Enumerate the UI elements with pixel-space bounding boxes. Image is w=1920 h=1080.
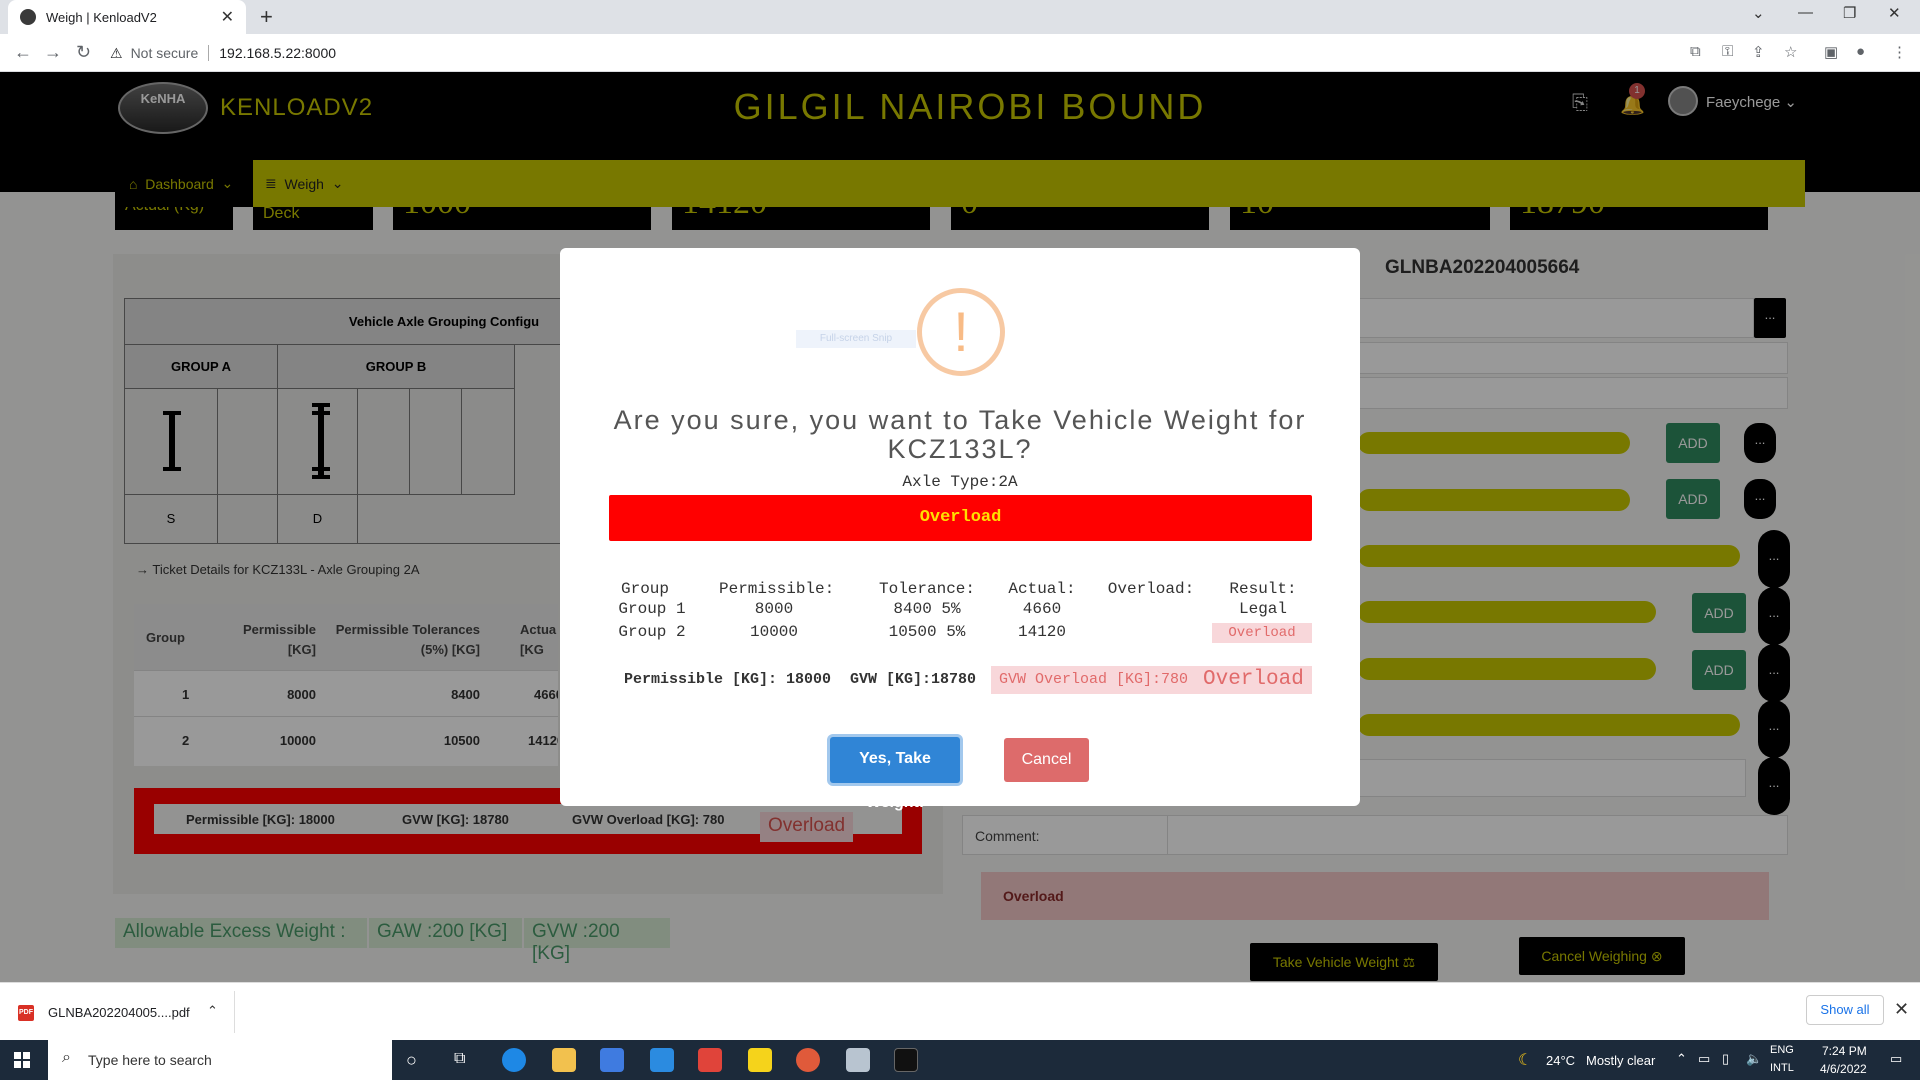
search-placeholder: Type here to search bbox=[88, 1052, 212, 1068]
chrome-icon[interactable] bbox=[796, 1048, 820, 1072]
col-result: Result: bbox=[1229, 580, 1297, 598]
snip-hint: Full-screen Snip bbox=[796, 330, 916, 348]
tab-close-icon[interactable]: ✕ bbox=[221, 7, 234, 27]
menu-kebab-icon[interactable]: ⋮ bbox=[1892, 43, 1907, 61]
lang-eng[interactable]: ENG bbox=[1770, 1044, 1794, 1056]
forward-icon[interactable]: → bbox=[44, 42, 62, 63]
site-favicon-icon bbox=[20, 9, 36, 25]
volume-icon[interactable]: 🔈 bbox=[1746, 1051, 1762, 1067]
url-text: 192.168.5.22:8000 bbox=[219, 45, 337, 61]
col-overload: Overload: bbox=[1107, 580, 1195, 598]
download-shelf: PDF GLNBA202204005....pdf ⌃ Show all ✕ bbox=[0, 982, 1920, 1040]
col-permissible: Permissible: bbox=[719, 580, 835, 598]
key-icon[interactable]: ⚿ bbox=[1722, 43, 1733, 60]
reload-icon[interactable]: ↻ bbox=[76, 42, 91, 63]
axle-type: Axle Type:2A bbox=[902, 473, 1018, 491]
task-view-icon[interactable]: ⧉ bbox=[454, 1050, 465, 1068]
terminal-icon[interactable] bbox=[894, 1048, 918, 1072]
taskbar-search-input[interactable]: ⌕ Type here to search bbox=[48, 1040, 392, 1080]
anydesk-icon[interactable] bbox=[698, 1048, 722, 1072]
divider bbox=[208, 45, 210, 61]
cell-permissible: 10000 bbox=[749, 623, 798, 641]
dialog-gvw-overload: GVW Overload [KG]:780 bbox=[991, 666, 1197, 694]
sticky-notes-icon[interactable] bbox=[748, 1048, 772, 1072]
minimize-icon[interactable]: — bbox=[1798, 4, 1813, 21]
chevron-up-icon[interactable]: ⌃ bbox=[207, 1003, 218, 1019]
cell-group: Group 1 bbox=[618, 600, 686, 618]
dialog-permissible: Permissible [KG]: 18000 bbox=[624, 671, 832, 688]
search-icon: ⌕ bbox=[62, 1049, 71, 1066]
col-tolerance: Tolerance: bbox=[878, 580, 975, 598]
network-icon[interactable]: ▭ bbox=[1698, 1051, 1710, 1067]
cell-group: Group 2 bbox=[618, 623, 686, 641]
cell-tolerance: 8400 5% bbox=[893, 600, 961, 618]
close-window-icon[interactable]: ✕ bbox=[1888, 4, 1901, 22]
dialog-title: Are you sure, you want to Take Vehicle W… bbox=[613, 405, 1307, 464]
confirm-dialog: ! Full-screen Snip Are you sure, you wan… bbox=[560, 248, 1360, 811]
temperature[interactable]: 24°C bbox=[1546, 1053, 1575, 1068]
cast-icon[interactable]: ⧉ bbox=[1690, 43, 1701, 60]
tray-chevron-icon[interactable]: ⌃ bbox=[1676, 1051, 1687, 1067]
url-input[interactable]: ⚠ Not secure 192.168.5.22:8000 bbox=[110, 39, 1670, 67]
lang-intl[interactable]: INTL bbox=[1770, 1062, 1794, 1074]
warning-icon: ⚠ bbox=[110, 44, 123, 61]
overload-status-bar: Overload bbox=[609, 495, 1312, 541]
store-icon[interactable] bbox=[600, 1048, 624, 1072]
snipping-tool-icon[interactable] bbox=[846, 1048, 870, 1072]
confirm-take-weight-button[interactable]: Yes, Take Weight! bbox=[830, 737, 960, 811]
notification-center-icon[interactable]: ▭ bbox=[1890, 1051, 1902, 1067]
back-icon[interactable]: ← bbox=[14, 42, 32, 63]
edge-icon[interactable] bbox=[502, 1048, 526, 1072]
result-overload-badge: Overload bbox=[1212, 623, 1312, 643]
cell-actual: 4660 bbox=[1022, 600, 1062, 618]
dialog-gvw: GVW [KG]:18780 bbox=[850, 671, 977, 688]
tab-search-icon[interactable]: ⌄ bbox=[1752, 4, 1765, 22]
col-group: Group bbox=[620, 580, 669, 598]
windows-taskbar: ⌕ Type here to search ○ ⧉ ☾ 24°C Mostly … bbox=[0, 1040, 1920, 1080]
clock-time[interactable]: 7:24 PM bbox=[1822, 1044, 1867, 1058]
browser-tabbar: Weigh | KenloadV2 ✕ + ⌄ — ❐ ✕ bbox=[0, 0, 1920, 34]
show-all-button[interactable]: Show all bbox=[1806, 995, 1884, 1025]
profile-icon[interactable]: ● bbox=[1856, 43, 1865, 60]
warning-icon: ! bbox=[917, 288, 1005, 376]
cell-permissible: 8000 bbox=[754, 600, 794, 618]
close-icon[interactable]: ✕ bbox=[1894, 999, 1909, 1020]
cell-tolerance: 10500 5% bbox=[888, 623, 966, 641]
clock-date[interactable]: 4/6/2022 bbox=[1820, 1062, 1867, 1076]
windows-start-icon[interactable] bbox=[14, 1052, 30, 1068]
tab-title: Weigh | KenloadV2 bbox=[46, 9, 157, 25]
cancel-button[interactable]: Cancel bbox=[1004, 738, 1089, 782]
restore-icon[interactable]: ❐ bbox=[1843, 4, 1856, 22]
pdf-icon: PDF bbox=[18, 1005, 34, 1021]
cell-result: Legal bbox=[1238, 600, 1287, 618]
cortana-icon[interactable]: ○ bbox=[406, 1050, 417, 1071]
address-bar: ← → ↻ ⚠ Not secure 192.168.5.22:8000 ⧉ ⚿… bbox=[0, 34, 1920, 72]
col-actual: Actual: bbox=[1008, 580, 1076, 598]
bookmark-star-icon[interactable]: ☆ bbox=[1784, 43, 1797, 61]
file-explorer-icon[interactable] bbox=[552, 1048, 576, 1072]
mail-icon[interactable] bbox=[650, 1048, 674, 1072]
not-secure-label: Not secure bbox=[130, 45, 199, 61]
divider bbox=[234, 991, 235, 1033]
browser-tab[interactable]: Weigh | KenloadV2 ✕ bbox=[8, 0, 246, 34]
weather-text[interactable]: Mostly clear bbox=[1586, 1053, 1655, 1068]
share-icon[interactable]: ⇪ bbox=[1752, 43, 1765, 61]
moon-weather-icon: ☾ bbox=[1518, 1052, 1533, 1069]
dialog-status-badge: Overload bbox=[1195, 666, 1312, 694]
side-panel-icon[interactable]: ▣ bbox=[1824, 43, 1838, 61]
cell-actual: 14120 bbox=[1017, 623, 1066, 641]
download-item[interactable]: GLNBA202204005....pdf bbox=[48, 1005, 190, 1020]
battery-icon[interactable]: ▯ bbox=[1722, 1051, 1729, 1067]
new-tab-icon[interactable]: + bbox=[260, 4, 273, 30]
